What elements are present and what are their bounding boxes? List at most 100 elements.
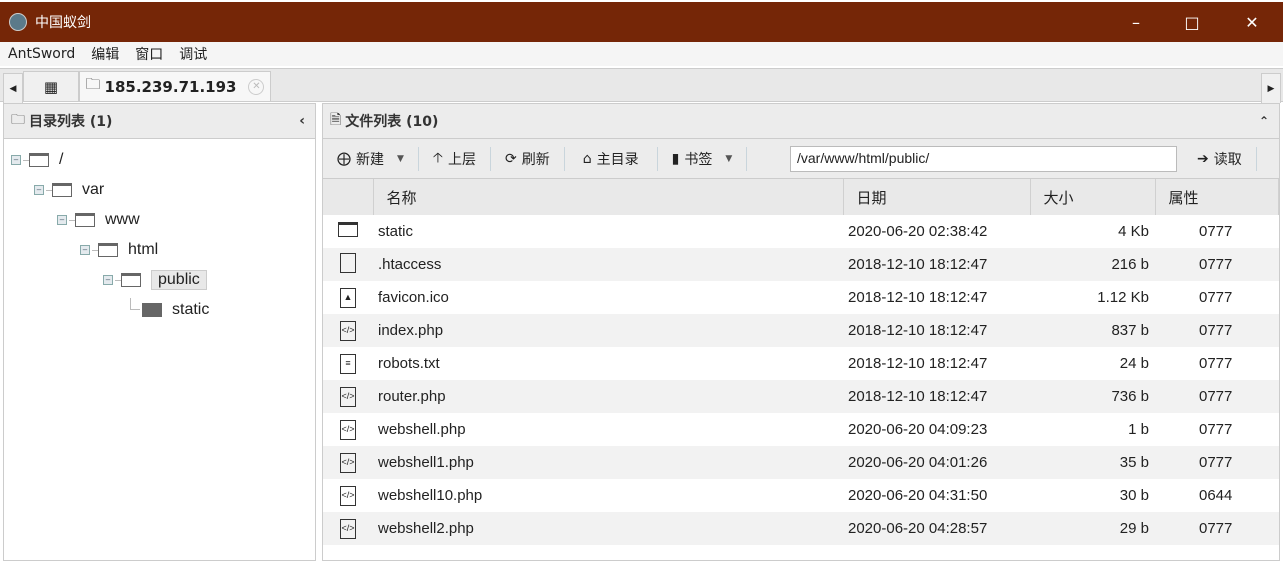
file-attr: 0777 — [1199, 421, 1233, 438]
menu-debug[interactable]: 调试 — [179, 44, 207, 64]
file-attr: 0777 — [1155, 380, 1279, 413]
file-row[interactable]: ≡ robots.txt 2018-12-10 18:12:47 24 b 0777 — [323, 347, 1279, 380]
file-row[interactable]: ▲ favicon.ico 2018-12-10 18:12:47 1.12 Kb 07… — [323, 281, 1279, 314]
directory-panel-title: 目录列表 (1) — [29, 114, 113, 130]
file-attr: 0777 — [1199, 289, 1233, 306]
file-attr: 0777 — [1199, 223, 1233, 240]
file-attr: 0777 — [1155, 314, 1279, 347]
menu-edit[interactable]: 编辑 — [91, 44, 119, 64]
file-name: webshell10.php — [378, 487, 483, 504]
maximize-button[interactable]: □ — [1166, 2, 1218, 42]
new-button[interactable]: ⨁ 新建 ▼ — [323, 146, 419, 171]
file-name: webshell.php — [378, 421, 466, 438]
up-button[interactable]: 🡡 上层 — [419, 146, 491, 171]
tab-label: 185.239.71.193 — [104, 77, 237, 96]
file-date: 2018-12-10 18:12:47 — [843, 380, 1030, 413]
icon-column-header — [323, 179, 374, 215]
column-header-size[interactable]: 大小 — [1030, 179, 1156, 215]
code-file-icon: </> — [340, 420, 356, 440]
file-row[interactable]: </> webshell1.php 2020-06-20 04:01:26 35 b0… — [323, 446, 1279, 479]
file-row[interactable]: .htaccess 2018-12-10 18:12:47 216 b 0777 — [323, 248, 1279, 281]
read-label: 读取 — [1213, 151, 1242, 168]
grid-icon: ▦ — [43, 77, 59, 96]
collapse-toggle-icon[interactable]: – — [34, 185, 44, 195]
tree-node-var[interactable]: – var — [34, 178, 104, 202]
tree-node-www[interactable]: – www — [57, 208, 140, 232]
tab-scroll-right-button[interactable]: ▶ — [1261, 73, 1281, 103]
home-icon: ⌂ — [582, 150, 592, 167]
tree-node-public[interactable]: – public — [103, 268, 207, 292]
minimize-button[interactable]: – — [1110, 2, 1162, 42]
caret-down-icon: ▼ — [725, 153, 733, 164]
collapse-toggle-icon[interactable]: – — [57, 215, 67, 225]
file-name: router.php — [373, 380, 843, 413]
file-name: robots.txt — [378, 355, 440, 372]
collapse-toggle-icon[interactable]: – — [103, 275, 113, 285]
text-file-icon: ≡ — [340, 354, 356, 374]
window-title: 中国蚁剑 — [35, 15, 91, 31]
file-name: .htaccess — [373, 248, 843, 281]
menu-window[interactable]: 窗口 — [135, 44, 163, 64]
collapse-panel-button[interactable]: ⌃ — [1259, 114, 1269, 128]
file-size: 216 b — [1030, 248, 1155, 281]
file-panel: 🗎 文件列表 (10) ⌃ ⨁ 新建 ▼ 🡡 上层 ⟳ 刷新 ⌂ 主目录 ▮ 书签 ▼ /va… — [322, 103, 1280, 561]
menu-antsword[interactable]: AntSword — [8, 46, 75, 62]
tab-scroll-left-button[interactable]: ◀ — [3, 73, 23, 103]
refresh-button[interactable]: ⟳ 刷新 — [491, 146, 565, 171]
image-file-icon: ▲ — [340, 288, 356, 308]
arrow-up-icon: 🡡 — [432, 149, 443, 166]
arrow-right-icon: ➔ — [1197, 150, 1209, 167]
file-attr: 0777 — [1199, 355, 1233, 372]
column-header-name[interactable]: 名称 — [373, 179, 844, 215]
file-attr: 0777 — [1155, 512, 1279, 545]
column-header-date[interactable]: 日期 — [843, 179, 1031, 215]
tab-close-icon[interactable]: ✕ — [248, 78, 265, 95]
caret-down-icon: ▼ — [397, 153, 404, 164]
file-table: 名称 日期 大小 属性 static 2020-06-20 02:38:42 4 K… — [323, 179, 1279, 545]
file-row[interactable]: </> webshell10.php 2020-06-20 04:31:50 30 b… — [323, 479, 1279, 512]
read-button[interactable]: ➔ 读取 — [1183, 146, 1257, 171]
file-attr: 0777 — [1155, 446, 1279, 479]
file-size: 837 b — [1030, 314, 1155, 347]
file-size: 24 b — [1119, 355, 1149, 372]
file-row[interactable]: </> webshell.php 2020-06-20 04:09:23 1 b 077… — [323, 413, 1279, 446]
column-header-attr[interactable]: 属性 — [1155, 179, 1279, 215]
bookmark-label: 书签 — [684, 151, 713, 168]
tree-node-root[interactable]: – / — [11, 148, 63, 172]
home-button[interactable]: ⌂ 主目录 — [565, 146, 658, 171]
tree-node-label: www — [105, 211, 140, 228]
file-date: 2018-12-10 18:12:47 — [843, 248, 1030, 281]
file-file-icon — [340, 252, 356, 273]
new-label: 新建 — [356, 151, 384, 168]
file-size: 1 b — [1128, 421, 1149, 438]
folder-icon — [29, 153, 49, 167]
code-file-icon: </> — [340, 486, 356, 506]
close-button[interactable]: ✕ — [1226, 2, 1278, 42]
collapse-toggle-icon[interactable]: – — [80, 245, 90, 255]
file-name: index.php — [373, 314, 843, 347]
home-label: 主目录 — [596, 151, 639, 168]
file-size: 29 b — [1030, 512, 1155, 545]
file-date: 2018-12-10 18:12:47 — [843, 314, 1030, 347]
file-date: 2020-06-20 02:38:42 — [848, 223, 988, 240]
tab-home[interactable]: ▦ — [23, 71, 79, 101]
file-row[interactable]: </> index.php 2018-12-10 18:12:47 837 b 0777 — [323, 314, 1279, 347]
path-input[interactable]: /var/www/html/public/ — [790, 146, 1177, 172]
menu-bar: AntSword 编辑 窗口 调试 — [0, 42, 1283, 66]
collapse-panel-button[interactable]: ‹ — [299, 113, 305, 129]
code-file-icon: </> — [340, 387, 356, 407]
file-date: 2020-06-20 04:01:26 — [843, 446, 1030, 479]
file-row[interactable]: </> router.php 2018-12-10 18:12:47 736 b 077… — [323, 380, 1279, 413]
file-row[interactable]: </> webshell2.php 2020-06-20 04:28:57 29 b0… — [323, 512, 1279, 545]
file-row[interactable]: static 2020-06-20 02:38:42 4 Kb 0777 — [323, 215, 1279, 248]
file-size: 736 b — [1030, 380, 1155, 413]
collapse-toggle-icon[interactable]: – — [11, 155, 21, 165]
title-bar: 中国蚁剑 – □ ✕ — [0, 2, 1283, 42]
tree-node-static[interactable]: static — [126, 298, 209, 322]
up-label: 上层 — [447, 151, 476, 168]
file-icon: 🗎 — [330, 112, 342, 128]
tree-node-html[interactable]: – html — [80, 238, 158, 262]
tree-node-label: / — [59, 151, 64, 168]
tab-shell[interactable]: 🗀 185.239.71.193 ✕ — [79, 71, 271, 101]
bookmark-button[interactable]: ▮ 书签 ▼ — [658, 146, 748, 171]
